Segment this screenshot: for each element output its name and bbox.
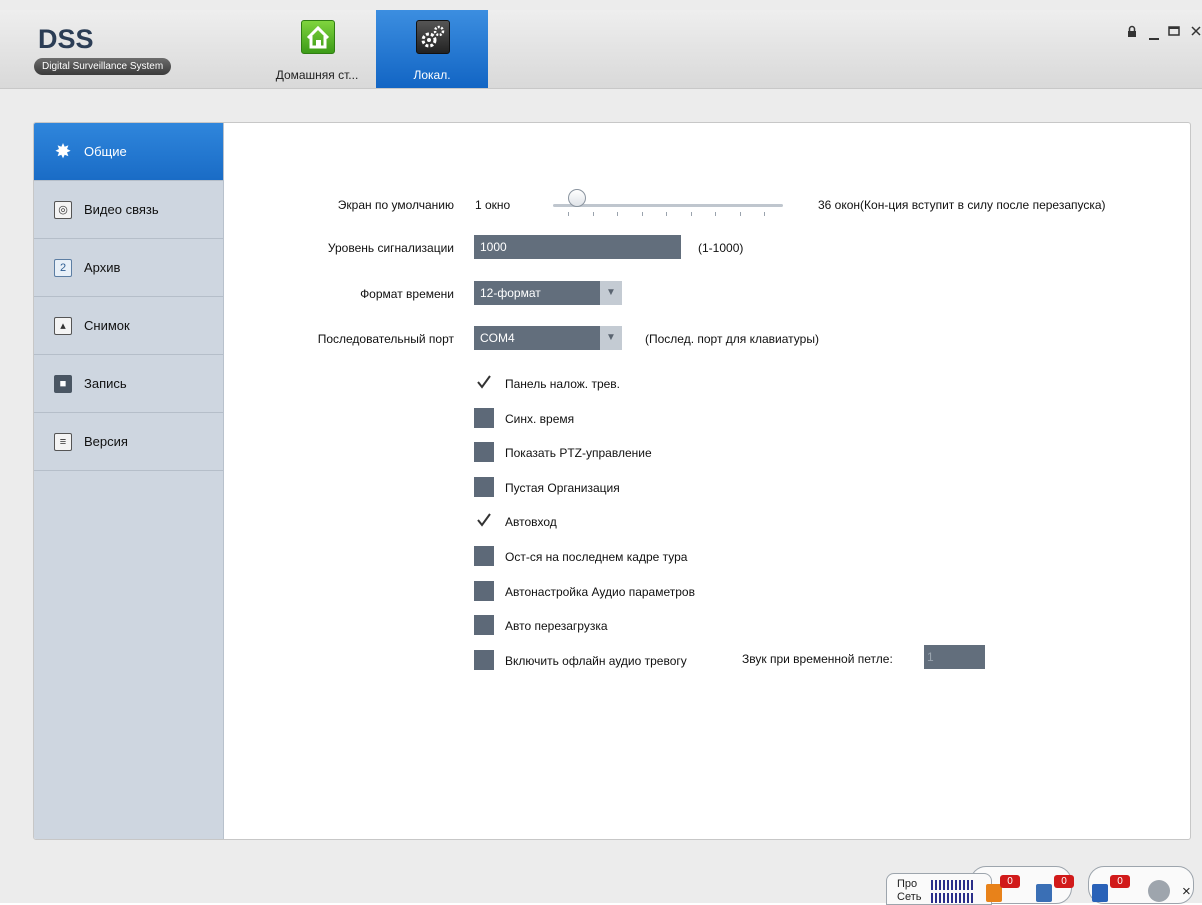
- checkbox[interactable]: [474, 442, 494, 462]
- sidebar-item-general[interactable]: ✸ Общие: [34, 123, 223, 181]
- checkbox[interactable]: [474, 511, 494, 531]
- checkbox[interactable]: [474, 650, 494, 670]
- slider-tick: [617, 212, 618, 216]
- sidebar-item-label: Общие: [84, 144, 127, 159]
- checkbox-label: Ост-ся на последнем кадре тура: [505, 550, 688, 564]
- slider-tick: [715, 212, 716, 216]
- close-icon[interactable]: [1190, 24, 1202, 40]
- resource-meter: Про Сеть: [886, 873, 992, 905]
- sidebar-item-video[interactable]: ◎ Видео связь: [34, 181, 223, 239]
- slider-tick: [690, 212, 692, 216]
- sidebar-item-snapshot[interactable]: ▴ Снимок: [34, 297, 223, 355]
- sidebar: ✸ Общие ◎ Видео связь 2 Архив ▴ Снимок ■…: [34, 123, 224, 839]
- checkbox-label: Включить офлайн аудио тревогу: [505, 654, 687, 668]
- checkbox[interactable]: [474, 546, 494, 566]
- header-bar: DSS Digital Surveillance System Домашняя…: [0, 10, 1202, 89]
- picture-icon: ▴: [54, 317, 72, 335]
- sidebar-item-record[interactable]: ■ Запись: [34, 355, 223, 413]
- status-bar: Про Сеть 0 0 0 ×: [886, 866, 1202, 905]
- loop-sound-input[interactable]: 1: [924, 645, 985, 669]
- checkbox-label: Автовход: [505, 515, 557, 529]
- cpu-bars: [931, 880, 975, 890]
- video-camera-icon: ■: [54, 375, 72, 393]
- speaker-icon[interactable]: [1148, 880, 1170, 902]
- default-screen-label: Экран по умолчанию: [337, 198, 454, 212]
- maximize-icon[interactable]: [1168, 24, 1180, 40]
- gear-icon: ✸: [54, 141, 72, 163]
- close-status-icon[interactable]: ×: [1182, 883, 1191, 900]
- slider-tick: [764, 212, 765, 216]
- sidebar-item-archive[interactable]: 2 Архив: [34, 239, 223, 297]
- log-icon[interactable]: [1036, 884, 1052, 902]
- tab-local-label: Локал.: [413, 68, 451, 82]
- slider-tick: [739, 212, 741, 216]
- tab-home[interactable]: Домашняя ст...: [258, 10, 376, 88]
- alarm-badge: 0: [1000, 875, 1020, 888]
- checkbox[interactable]: [474, 581, 494, 601]
- tab-home-label: Домашняя ст...: [275, 68, 359, 82]
- checkbox-label: Пустая Организация: [505, 481, 620, 495]
- slider-tick: [641, 212, 643, 216]
- tab-local[interactable]: Локал.: [376, 10, 488, 88]
- alarm-level-input[interactable]: 1000: [474, 235, 681, 259]
- device-badge: 0: [1110, 875, 1130, 888]
- slider-tick: [568, 212, 569, 216]
- default-screen-slider[interactable]: [553, 204, 783, 207]
- sidebar-item-label: Видео связь: [84, 202, 159, 217]
- checkbox[interactable]: [474, 477, 494, 497]
- serial-port-value: COM4: [480, 331, 515, 345]
- log-badge: 0: [1054, 875, 1074, 888]
- loop-sound-label: Звук при временной петле:: [742, 652, 893, 666]
- checkbox[interactable]: [474, 373, 494, 393]
- logo-title: DSS: [38, 24, 94, 54]
- network-label: Сеть: [897, 891, 922, 903]
- sidebar-item-version[interactable]: ≡ Версия: [34, 413, 223, 471]
- slider-tick: [666, 212, 667, 216]
- clapper-icon: 2: [54, 259, 72, 277]
- default-screen-min: 1 окно: [475, 198, 511, 212]
- checkbox[interactable]: [474, 615, 494, 635]
- alarm-level-hint: (1-1000): [698, 241, 744, 255]
- checkbox-label: Автонастройка Аудио параметров: [505, 585, 695, 599]
- device-icon[interactable]: [1092, 884, 1108, 902]
- network-bars: [931, 893, 975, 903]
- list-icon: ≡: [54, 433, 72, 451]
- slider-thumb[interactable]: [568, 189, 586, 207]
- sidebar-item-label: Снимок: [84, 318, 130, 333]
- time-format-label: Формат времени: [360, 287, 454, 301]
- gears-icon: [416, 20, 450, 54]
- alarm-level-label: Уровень сигнализации: [327, 241, 454, 255]
- serial-port-select[interactable]: COM4 ▼: [474, 326, 622, 350]
- logo-subtitle: Digital Surveillance System: [34, 58, 172, 75]
- slider-tick: [592, 212, 594, 216]
- checkbox-label: Панель налож. трев.: [505, 377, 621, 391]
- serial-port-label: Последовательный порт: [317, 332, 454, 346]
- lock-icon[interactable]: [1126, 24, 1138, 40]
- serial-port-hint: (Послед. порт для клавиатуры): [645, 332, 819, 346]
- cpu-label: Про: [897, 878, 918, 890]
- sidebar-item-label: Архив: [84, 260, 121, 275]
- time-format-value: 12-формат: [480, 286, 541, 300]
- checkbox-label: Показать PTZ-управление: [505, 446, 652, 460]
- default-screen-max: 36 окон(Кон-ция вступит в силу после пер…: [818, 198, 1106, 212]
- camera-icon: ◎: [54, 201, 72, 219]
- time-format-select[interactable]: 12-формат ▼: [474, 281, 622, 305]
- chevron-down-icon[interactable]: ▼: [600, 281, 622, 305]
- sidebar-item-label: Запись: [84, 376, 127, 391]
- chevron-down-icon[interactable]: ▼: [600, 326, 622, 350]
- home-icon: [301, 20, 335, 54]
- app-window: DSS Digital Surveillance System Домашняя…: [0, 0, 1202, 905]
- minimize-icon[interactable]: [1148, 28, 1160, 44]
- checkbox-label: Авто перезагрузка: [505, 619, 608, 633]
- checkbox[interactable]: [474, 408, 494, 428]
- checkbox-label: Синх. время: [505, 412, 575, 426]
- sidebar-item-label: Версия: [84, 434, 128, 449]
